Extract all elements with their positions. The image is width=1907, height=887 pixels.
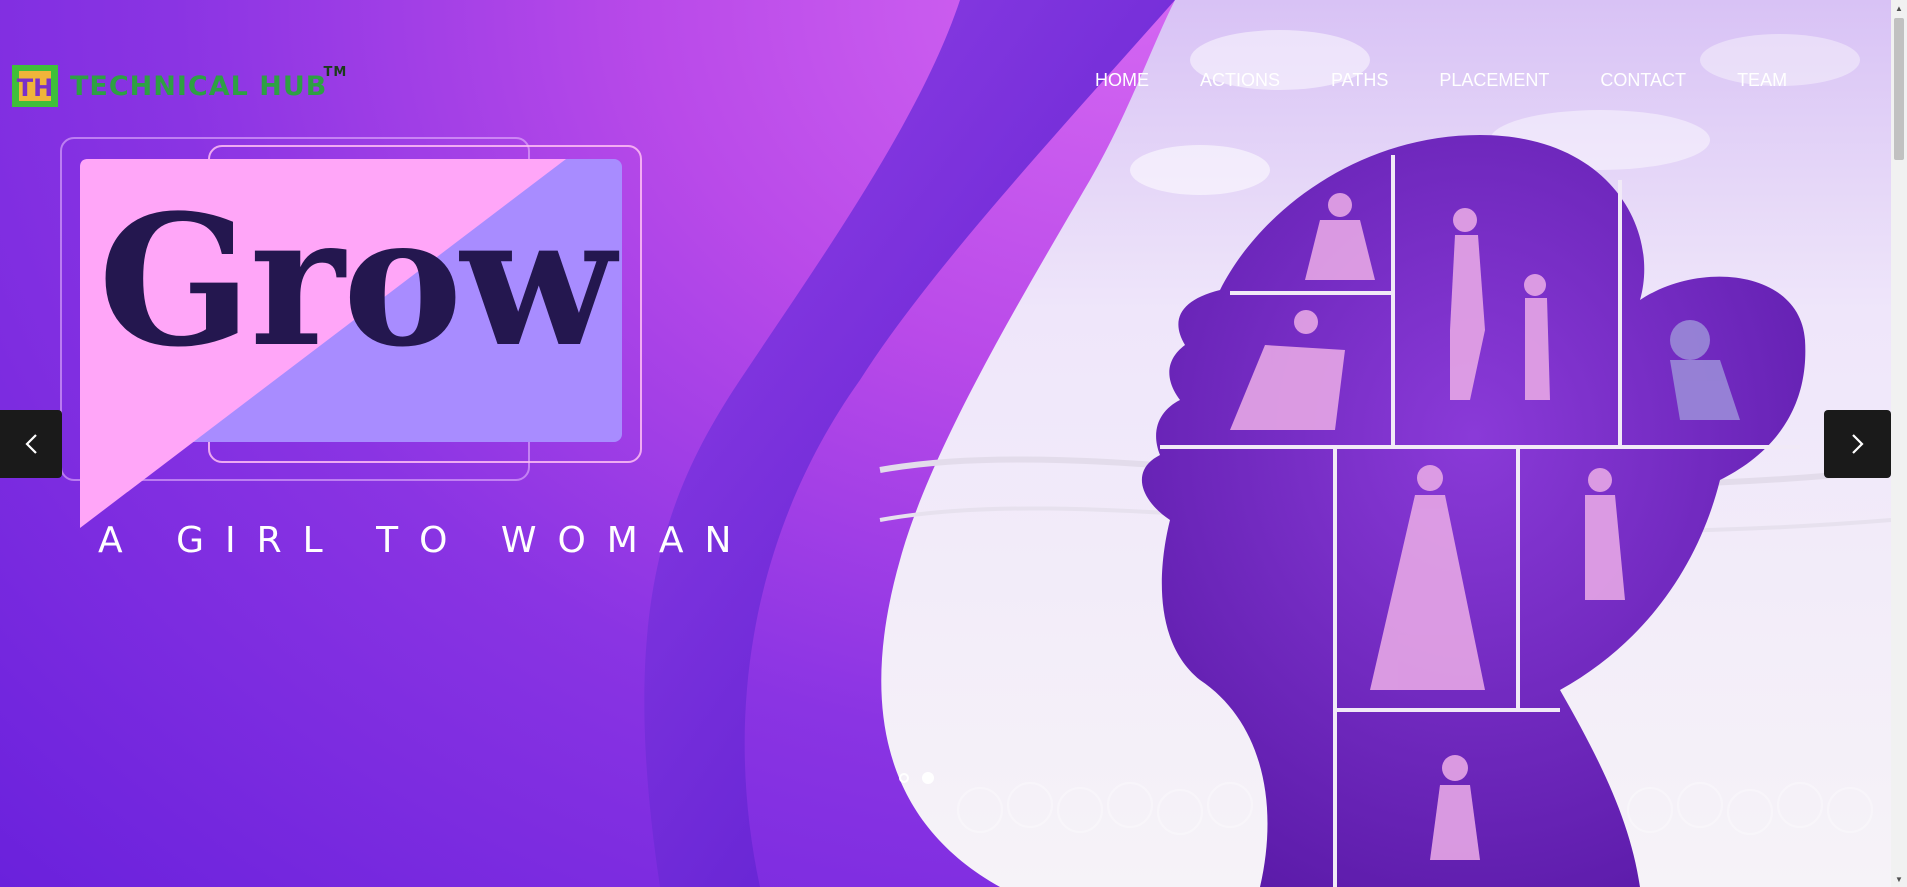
svg-text:TH: TH: [17, 74, 53, 102]
slide-headline: Grow: [98, 176, 616, 387]
scrollbar-thumb[interactable]: [1894, 18, 1904, 160]
carousel-indicators: [899, 772, 947, 784]
main-navigation: HOME ACTIONS PATHS PLACEMENT CONTACT TEA…: [1095, 70, 1787, 91]
triangle-down-icon[interactable]: ▼: [1891, 871, 1907, 887]
nav-item-actions[interactable]: ACTIONS: [1200, 70, 1280, 91]
carousel-dot-active[interactable]: [922, 772, 934, 784]
chevron-left-icon: [25, 434, 37, 454]
carousel-dot[interactable]: [899, 773, 909, 783]
nav-item-placement[interactable]: PLACEMENT: [1439, 70, 1549, 91]
th-logo-icon: TH: [12, 65, 58, 107]
nav-item-team[interactable]: TEAM: [1737, 70, 1787, 91]
nav-item-paths[interactable]: PATHS: [1331, 70, 1388, 91]
page-scrollbar[interactable]: ▲ ▼: [1891, 0, 1907, 887]
hero-slider: TH TECHNICAL HUB TM HOME ACTIONS PATHS P…: [0, 0, 1891, 887]
slide-tagline: A GIRL TO WOMAN: [98, 520, 753, 561]
brand-name-text: TECHNICAL HUB: [70, 70, 328, 102]
carousel-next-button[interactable]: [1824, 410, 1891, 478]
nav-item-home[interactable]: HOME: [1095, 70, 1149, 91]
carousel-prev-button[interactable]: [0, 410, 62, 478]
brand-logo[interactable]: TH TECHNICAL HUB TM: [12, 64, 346, 108]
chevron-right-icon: [1851, 434, 1864, 454]
triangle-up-icon[interactable]: ▲: [1891, 0, 1907, 16]
brand-name: TECHNICAL HUB TM: [70, 65, 346, 102]
nav-item-contact[interactable]: CONTACT: [1600, 70, 1686, 91]
trademark-symbol: TM: [323, 64, 348, 80]
